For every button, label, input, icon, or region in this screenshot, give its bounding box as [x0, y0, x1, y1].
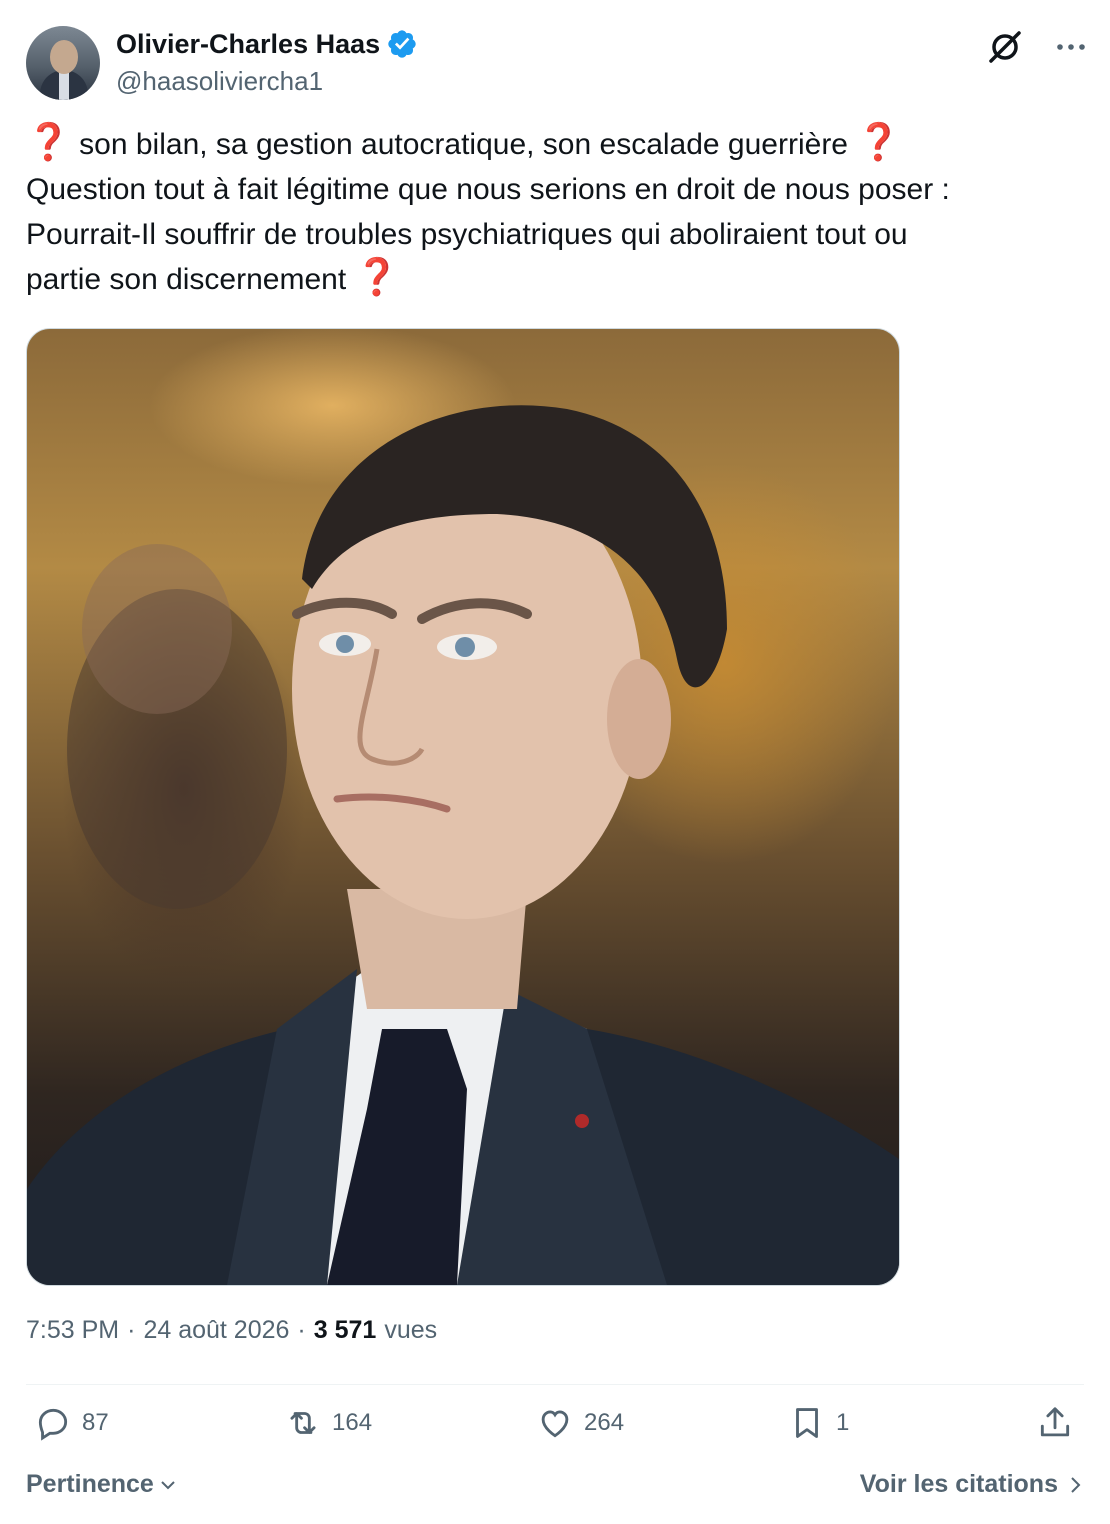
- chevron-right-icon: [1071, 1476, 1081, 1493]
- repost-button[interactable]: 164: [284, 1404, 372, 1442]
- tweet-header: Olivier-Charles Haas @haasolivierchа1: [26, 26, 1090, 102]
- meta-separator: ·: [297, 1316, 306, 1344]
- quotes-label: Voir les citations: [859, 1470, 1058, 1498]
- reply-count: 87: [82, 1409, 109, 1436]
- avatar-head: [50, 40, 78, 74]
- tweet-line-4-text: partie son discernement: [26, 263, 347, 296]
- divider: [26, 1384, 1084, 1385]
- bookmark-button[interactable]: 1: [788, 1404, 849, 1442]
- chevron-down-icon: [161, 1480, 175, 1489]
- tweet-line-1: ❓ son bilan, sa gestion autocratique, so…: [26, 122, 1086, 167]
- author-name[interactable]: Olivier-Charles Haas: [116, 29, 380, 60]
- tweet-photo[interactable]: [26, 328, 900, 1286]
- sort-label: Pertinence: [26, 1470, 154, 1498]
- tweet-line-1-text: son bilan, sa gestion autocratique, son …: [79, 128, 848, 161]
- tweet-meta: 7:53 PM · 24 août 2026 · 3 571 vues: [26, 1316, 437, 1345]
- share-button[interactable]: [1036, 1404, 1074, 1442]
- views-label: vues: [384, 1316, 438, 1344]
- share-icon: [1040, 1407, 1070, 1437]
- grok-icon[interactable]: [986, 28, 1024, 66]
- like-count: 264: [584, 1409, 625, 1436]
- tweet-time[interactable]: 7:53 PM: [26, 1316, 119, 1345]
- portrait-illustration: [27, 405, 899, 1285]
- tweet-line-2: Question tout à fait légitime que nous s…: [26, 173, 950, 206]
- tweet-line-4: partie son discernement ❓: [26, 257, 1086, 302]
- tweet-text: ❓ son bilan, sa gestion autocratique, so…: [26, 122, 1086, 302]
- bookmark-icon: [796, 1408, 818, 1438]
- avatar-shirt: [59, 72, 69, 100]
- reply-button[interactable]: 87: [34, 1404, 109, 1442]
- reply-sort-bar: Pertinence Voir les citations: [26, 1470, 1084, 1510]
- verified-badge-icon: [388, 30, 416, 58]
- avatar[interactable]: [26, 26, 100, 100]
- question-mark-emoji: ❓: [26, 121, 71, 162]
- question-mark-emoji: ❓: [354, 256, 400, 297]
- view-quotes-link[interactable]: Voir les citations: [860, 1470, 1084, 1499]
- sort-dropdown[interactable]: Pertinence: [26, 1470, 178, 1499]
- reply-icon: [38, 1408, 68, 1441]
- author-name-row[interactable]: Olivier-Charles Haas: [116, 28, 418, 60]
- tweet-line-3: Pourrait-Il souffrir de troubles psychia…: [26, 218, 908, 251]
- like-button[interactable]: 264: [536, 1404, 624, 1442]
- question-mark-emoji: ❓: [856, 121, 902, 162]
- author-handle[interactable]: @haasolivierchа1: [116, 66, 323, 97]
- views-count: 3 571: [313, 1316, 377, 1344]
- heart-icon: [541, 1410, 569, 1438]
- bookmark-count: 1: [836, 1409, 850, 1436]
- repost-count: 164: [332, 1409, 373, 1436]
- action-bar: 87 164 264 1: [26, 1404, 1084, 1456]
- more-options-icon[interactable]: [1054, 32, 1088, 62]
- repost-icon: [290, 1412, 316, 1434]
- meta-separator: ·: [127, 1316, 136, 1344]
- tweet-date[interactable]: 24 août 2026: [143, 1316, 289, 1345]
